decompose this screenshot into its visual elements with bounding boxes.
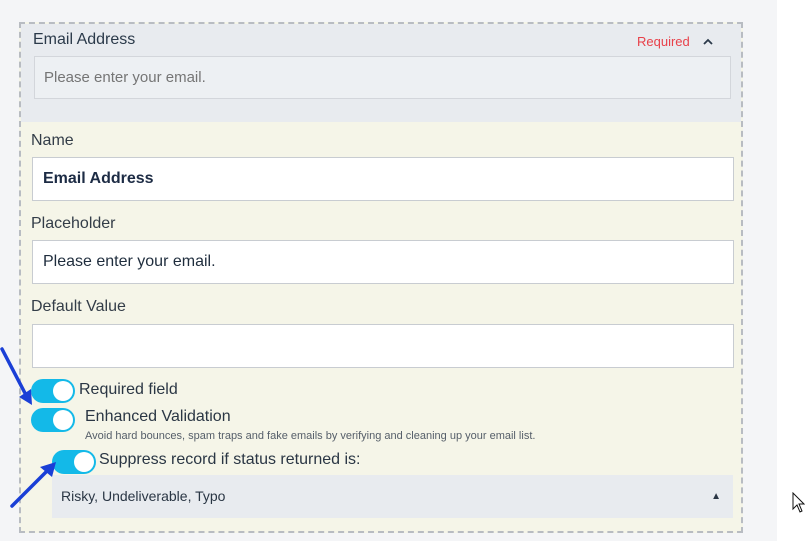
required-field-label: Required field bbox=[79, 381, 178, 398]
placeholder-input[interactable]: Please enter your email. bbox=[32, 240, 734, 284]
toggle-knob bbox=[74, 452, 94, 472]
name-label: Name bbox=[31, 132, 74, 149]
name-input[interactable]: Email Address bbox=[32, 157, 734, 201]
email-preview-input[interactable] bbox=[34, 56, 731, 99]
suppress-status-select[interactable]: Risky, Undeliverable, Typo ▲ bbox=[52, 475, 733, 518]
enhanced-validation-helper: Avoid hard bounces, spam traps and fake … bbox=[85, 430, 536, 442]
suppress-status-value: Risky, Undeliverable, Typo bbox=[61, 488, 226, 504]
field-header-title: Email Address bbox=[33, 31, 136, 48]
suppress-record-toggle[interactable] bbox=[52, 450, 96, 474]
enhanced-validation-label: Enhanced Validation bbox=[85, 408, 231, 425]
default-value-input[interactable] bbox=[32, 324, 734, 368]
required-field-toggle[interactable] bbox=[31, 379, 75, 403]
required-tag: Required bbox=[637, 34, 690, 49]
suppress-record-label: Suppress record if status returned is: bbox=[99, 451, 361, 468]
annotation-arrow-icon bbox=[0, 347, 32, 405]
chevron-up-icon[interactable] bbox=[699, 33, 717, 49]
right-gutter bbox=[777, 0, 805, 541]
mouse-pointer-icon bbox=[792, 492, 805, 513]
toggle-knob bbox=[53, 381, 73, 401]
annotation-arrow-icon bbox=[10, 462, 56, 508]
caret-up-icon: ▲ bbox=[711, 491, 721, 502]
placeholder-label: Placeholder bbox=[31, 215, 116, 232]
email-field-card[interactable]: Email Address Required Name Email Addres… bbox=[19, 22, 743, 533]
default-value-label: Default Value bbox=[31, 298, 126, 315]
enhanced-validation-toggle[interactable] bbox=[31, 408, 75, 432]
toggle-knob bbox=[53, 410, 73, 430]
field-card-header[interactable]: Email Address Required bbox=[21, 24, 741, 122]
